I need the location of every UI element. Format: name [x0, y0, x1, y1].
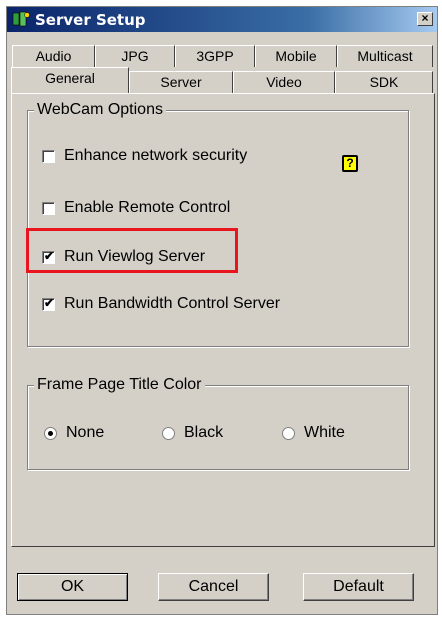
white-radio[interactable] — [282, 426, 295, 440]
color-option-white[interactable]: White — [282, 424, 345, 442]
server-setup-window: Server Setup × Audio JPG 3GPP Mobile Mul… — [6, 6, 438, 615]
enable-remote-control-option[interactable]: Enable Remote Control — [42, 199, 230, 217]
tab-3gpp[interactable]: 3GPP — [175, 45, 255, 67]
color-option-none[interactable]: None — [44, 424, 104, 442]
run-bandwidth-control-server-checkbox[interactable]: ✔ — [42, 295, 55, 311]
window-title: Server Setup — [35, 11, 146, 29]
run-bandwidth-control-server-label: Run Bandwidth Control Server — [64, 295, 281, 312]
cancel-button[interactable]: Cancel — [158, 573, 269, 601]
enhance-network-security-checkbox[interactable] — [42, 149, 55, 163]
tab-video[interactable]: Video — [233, 71, 335, 93]
general-tab-panel: WebCam Options Enhance network security … — [11, 93, 435, 547]
server-app-icon — [12, 11, 30, 27]
color-option-black[interactable]: Black — [162, 424, 223, 442]
tab-general[interactable]: General — [11, 67, 129, 93]
black-label: Black — [184, 424, 224, 441]
tab-sdk[interactable]: SDK — [335, 71, 433, 93]
ok-button[interactable]: OK — [17, 573, 128, 601]
enhance-network-security-option[interactable]: Enhance network security — [42, 147, 247, 165]
highlight-annotation-box — [26, 228, 238, 273]
white-label: White — [304, 424, 345, 441]
check-mark-icon: ✔ — [44, 295, 55, 310]
frame-page-title-color-title: Frame Page Title Color — [34, 376, 205, 394]
black-radio[interactable] — [162, 426, 175, 440]
webcam-options-title: WebCam Options — [34, 101, 166, 119]
none-label: None — [66, 424, 105, 441]
tab-multicast[interactable]: Multicast — [337, 45, 433, 67]
enhance-network-security-label: Enhance network security — [64, 147, 248, 164]
close-button[interactable]: × — [417, 12, 433, 26]
title-bar[interactable]: Server Setup × — [7, 7, 437, 32]
close-icon: × — [421, 11, 429, 25]
tab-jpg[interactable]: JPG — [95, 45, 175, 67]
enable-remote-control-label: Enable Remote Control — [64, 199, 231, 216]
radio-selected-dot — [48, 430, 53, 436]
tab-audio[interactable]: Audio — [12, 45, 95, 67]
tab-server[interactable]: Server — [129, 71, 233, 93]
run-bandwidth-control-server-option[interactable]: ✔ Run Bandwidth Control Server — [42, 295, 280, 313]
default-button[interactable]: Default — [303, 573, 414, 601]
enable-remote-control-checkbox[interactable] — [42, 201, 55, 215]
tab-mobile[interactable]: Mobile — [255, 45, 337, 67]
help-icon[interactable]: ? — [342, 155, 358, 172]
none-radio[interactable] — [44, 426, 57, 440]
frame-page-title-color-group: Frame Page Title Color None Black White — [27, 376, 409, 470]
